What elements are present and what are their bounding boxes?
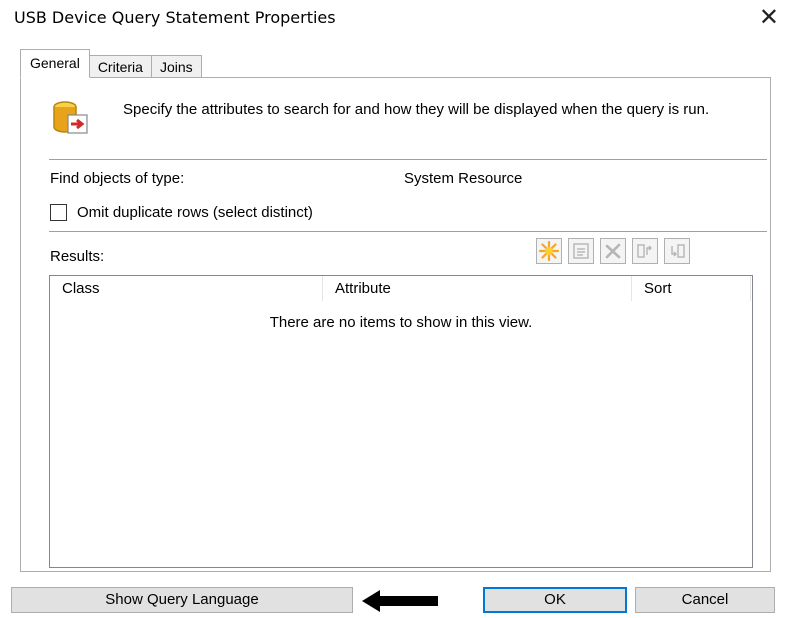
results-toolbar — [536, 238, 690, 264]
tab-joins[interactable]: Joins — [150, 55, 202, 78]
tab-general[interactable]: General — [20, 49, 90, 78]
query-info-icon — [53, 101, 88, 134]
general-panel: Specify the attributes to search for and… — [20, 77, 771, 572]
find-objects-label: Find objects of type: — [50, 170, 185, 187]
results-label: Results: — [50, 248, 105, 265]
move-down-button[interactable] — [664, 238, 690, 264]
column-header-attribute[interactable]: Attribute — [323, 276, 631, 301]
results-list-header: Class Attribute Sort — [50, 276, 752, 301]
separator — [49, 159, 767, 160]
find-objects-value: System Resource — [404, 170, 523, 187]
new-criterion-button[interactable] — [536, 238, 562, 264]
left-arrow-icon — [362, 590, 438, 612]
new-star-icon — [539, 241, 559, 261]
column-header-sort[interactable]: Sort — [632, 276, 750, 301]
separator — [49, 231, 767, 232]
tab-criteria[interactable]: Criteria — [88, 55, 152, 78]
query-description: Specify the attributes to search for and… — [123, 101, 710, 118]
show-query-language-button[interactable]: Show Query Language — [11, 587, 353, 613]
omit-duplicates-row[interactable]: Omit duplicate rows (select distinct) — [50, 204, 313, 221]
delete-button[interactable] — [600, 238, 626, 264]
delete-icon — [605, 243, 621, 259]
window-title: USB Device Query Statement Properties — [14, 8, 336, 27]
properties-button[interactable] — [568, 238, 594, 264]
omit-duplicates-label: Omit duplicate rows (select distinct) — [77, 204, 313, 221]
tab-strip: General Criteria Joins — [20, 49, 202, 78]
move-up-icon — [637, 244, 652, 258]
move-down-icon — [671, 244, 685, 258]
cancel-button[interactable]: Cancel — [635, 587, 775, 613]
results-list[interactable]: Class Attribute Sort There are no items … — [49, 275, 753, 568]
empty-list-message: There are no items to show in this view. — [269, 314, 533, 331]
move-up-button[interactable] — [632, 238, 658, 264]
omit-duplicates-checkbox[interactable] — [50, 204, 67, 221]
ok-button[interactable]: OK — [483, 587, 627, 613]
column-divider[interactable] — [750, 276, 751, 301]
close-icon[interactable]: ✕ — [759, 4, 779, 32]
column-header-class[interactable]: Class — [50, 276, 322, 301]
properties-icon — [573, 243, 589, 259]
